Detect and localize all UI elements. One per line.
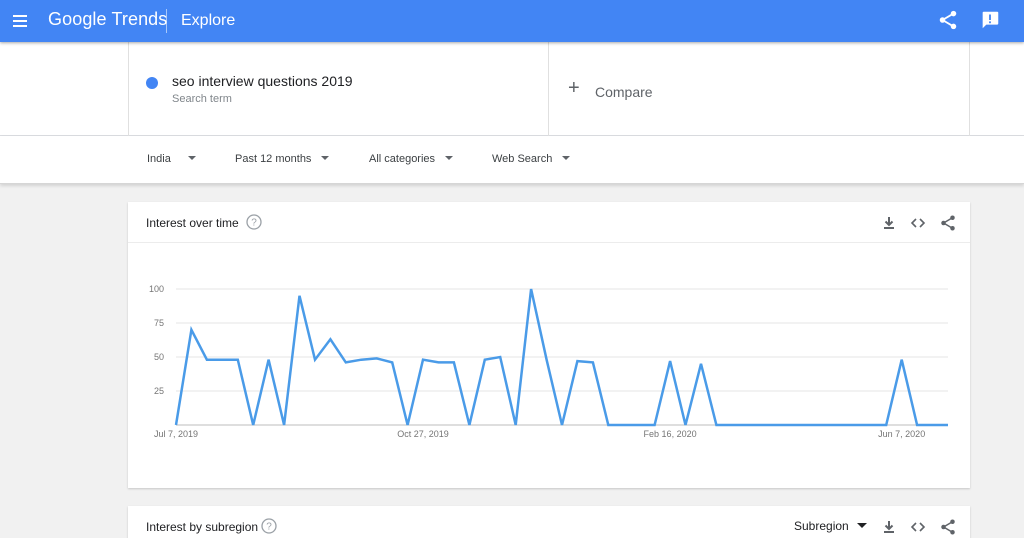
search-type-dropdown[interactable]: Web Search — [492, 153, 571, 165]
page-title: Explore — [181, 12, 236, 29]
search-term-card[interactable]: seo interview questions 2019 Search term — [128, 42, 549, 136]
menu-icon[interactable] — [11, 11, 31, 31]
category-label: All categories — [369, 153, 436, 165]
embed-code-icon[interactable] — [909, 518, 927, 536]
chevron-down-icon — [321, 156, 330, 161]
interest-over-time-card: Interest over time ? 25 50 75 100 Jul 7, 201… — [128, 202, 970, 488]
term-color-dot — [146, 77, 158, 89]
chevron-down-icon — [856, 523, 867, 529]
download-icon[interactable] — [880, 214, 898, 232]
y-tick-label: 50 — [154, 352, 164, 362]
search-term-type: Search term — [172, 93, 232, 105]
interest-by-subregion-card: Interest by subregion ? Subregion — [128, 506, 970, 538]
plus-icon: + — [568, 77, 580, 99]
chevron-down-icon — [445, 156, 454, 161]
help-icon[interactable]: ? — [261, 518, 277, 534]
svg-text:?: ? — [251, 218, 257, 229]
resolution-label: Subregion — [794, 519, 849, 533]
card-title: Interest over time — [146, 216, 239, 230]
feedback-icon[interactable] — [979, 9, 1001, 31]
search-type-label: Web Search — [492, 153, 553, 165]
logo-google-text: Google — [48, 9, 107, 29]
chevron-down-icon — [562, 156, 571, 161]
category-dropdown[interactable]: All categories — [369, 153, 454, 165]
search-term-name[interactable]: seo interview questions 2019 — [172, 73, 353, 89]
embed-code-icon[interactable] — [909, 214, 927, 232]
search-terms-bar: seo interview questions 2019 Search term… — [0, 42, 1024, 136]
header-divider — [166, 9, 167, 33]
x-tick-label: Jul 7, 2019 — [154, 429, 198, 439]
compare-button[interactable]: + Compare — [549, 42, 970, 136]
x-tick-label: Jun 7, 2020 — [878, 429, 925, 439]
top-app-bar: Google Trends Explore — [0, 0, 1024, 42]
y-tick-label: 75 — [154, 318, 164, 328]
help-icon[interactable]: ? — [246, 214, 262, 230]
compare-label: Compare — [595, 84, 653, 100]
x-tick-label: Oct 27, 2019 — [397, 429, 449, 439]
resolution-dropdown[interactable]: Subregion — [794, 519, 867, 533]
region-dropdown[interactable]: India — [147, 153, 196, 165]
download-icon[interactable] — [880, 518, 898, 536]
share-icon[interactable] — [939, 518, 957, 536]
x-tick-label: Feb 16, 2020 — [644, 429, 697, 439]
filter-bar: India Past 12 months All categories Web … — [0, 136, 1024, 184]
y-tick-label: 25 — [154, 386, 164, 396]
logo-trends-text: Trends — [111, 9, 168, 29]
time-range-dropdown[interactable]: Past 12 months — [235, 153, 330, 165]
chevron-down-icon — [187, 156, 196, 161]
card-title: Interest by subregion — [146, 520, 259, 534]
card-header: Interest over time ? — [128, 202, 970, 243]
interest-over-time-chart[interactable]: 25 50 75 100 Jul 7, 2019 Oct 27, 2019 Feb 16, … — [128, 243, 970, 488]
region-label: India — [147, 153, 171, 165]
time-range-label: Past 12 months — [235, 153, 312, 165]
svg-text:?: ? — [266, 522, 272, 533]
google-trends-logo[interactable]: Google Trends — [48, 9, 167, 30]
share-icon[interactable] — [937, 9, 959, 31]
y-tick-label: 100 — [149, 284, 164, 294]
share-icon[interactable] — [939, 214, 957, 232]
